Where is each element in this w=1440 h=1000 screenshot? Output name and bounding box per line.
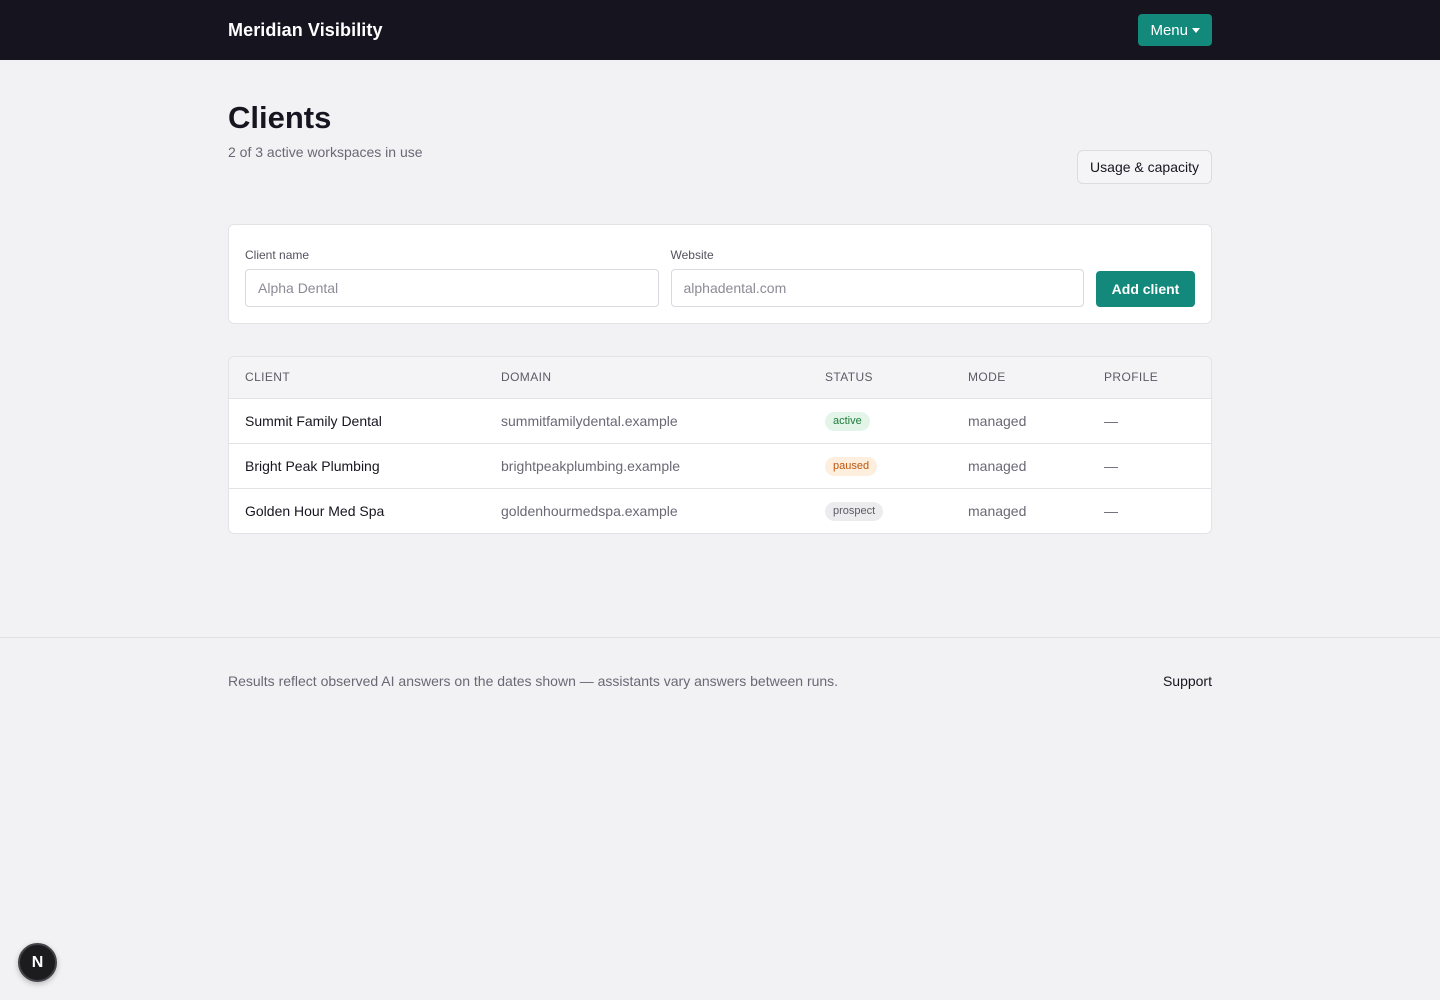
header-status: STATUS <box>809 357 952 399</box>
top-navbar: Meridian Visibility Menu <box>0 0 1440 60</box>
table-row[interactable]: Golden Hour Med Spa goldenhourmedspa.exa… <box>229 488 1211 533</box>
status-badge: paused <box>825 456 878 476</box>
mode-cell: managed <box>968 502 1027 519</box>
status-badge: prospect <box>825 501 884 521</box>
client-name-field: Client name <box>245 248 659 307</box>
page-title: Clients <box>228 100 332 135</box>
header-profile: PROFILE <box>1088 357 1211 399</box>
add-client-button[interactable]: Add client <box>1096 271 1195 307</box>
support-link[interactable]: Support <box>1163 673 1212 689</box>
profile-cell: — <box>1104 502 1118 519</box>
page-subtitle: 2 of 3 active workspaces in use <box>228 144 423 160</box>
profile-cell: — <box>1088 443 1211 489</box>
mode-cell: managed <box>952 398 1088 444</box>
footer-note: Results reflect observed AI answers on t… <box>228 673 839 689</box>
header-mode: MODE <box>952 357 1088 399</box>
domain-cell: goldenhourmedspa.example <box>501 502 678 519</box>
brand-logo[interactable]: Meridian Visibility <box>228 20 383 41</box>
client-name-cell[interactable]: Bright Peak Plumbing <box>229 443 485 489</box>
website-label: Website <box>670 248 714 262</box>
dev-tools-badge[interactable]: N <box>18 943 57 982</box>
domain-cell: summitfamilydental.example <box>485 398 809 444</box>
domain-cell: brightpeakplumbing.example <box>485 443 809 489</box>
mode-cell: managed <box>952 443 1088 489</box>
client-name-label: Client name <box>245 248 310 262</box>
website-field: Website <box>670 248 1084 307</box>
client-name-input[interactable] <box>245 269 659 307</box>
website-input[interactable] <box>670 269 1084 307</box>
status-badge: active <box>825 411 870 431</box>
profile-cell: — <box>1088 398 1211 444</box>
caret-down-icon <box>1192 28 1200 33</box>
table-header-row: CLIENT DOMAIN STATUS MODE PROFILE <box>229 357 1211 399</box>
client-name-cell[interactable]: Summit Family Dental <box>229 398 485 444</box>
add-client-form: Client name Website Add client <box>228 224 1212 324</box>
main-content: Clients 2 of 3 active workspaces in use … <box>0 60 1440 534</box>
page-header: Clients 2 of 3 active workspaces in use … <box>228 100 1212 200</box>
table-row[interactable]: Summit Family Dental summitfamilydental.… <box>229 398 1211 444</box>
menu-button[interactable]: Menu <box>1138 14 1212 46</box>
table-row[interactable]: Bright Peak Plumbing brightpeakplumbing.… <box>229 443 1211 489</box>
page-footer: Results reflect observed AI answers on t… <box>0 637 1440 724</box>
client-name-cell[interactable]: Golden Hour Med Spa <box>229 488 485 533</box>
clients-table-card: CLIENT DOMAIN STATUS MODE PROFILE Summit… <box>228 356 1212 534</box>
menu-button-label: Menu <box>1150 21 1188 39</box>
header-client: CLIENT <box>229 357 485 399</box>
header-domain: DOMAIN <box>485 357 809 399</box>
clients-table: CLIENT DOMAIN STATUS MODE PROFILE Summit… <box>229 357 1211 533</box>
usage-capacity-button[interactable]: Usage & capacity <box>1077 150 1212 184</box>
status-cell: active <box>809 398 952 444</box>
status-cell: prospect <box>809 488 952 533</box>
status-cell: paused <box>809 443 952 489</box>
